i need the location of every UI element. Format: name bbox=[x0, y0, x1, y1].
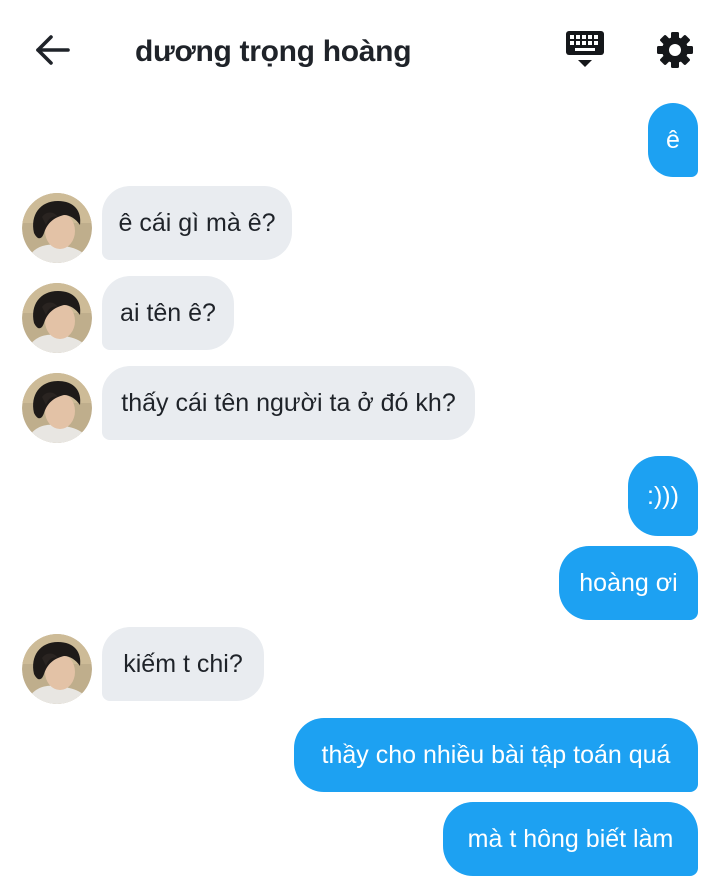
contact-avatar[interactable] bbox=[22, 193, 92, 263]
keyboard-button[interactable] bbox=[562, 27, 608, 73]
contact-avatar[interactable] bbox=[22, 634, 92, 704]
message-bubble-incoming[interactable]: ai tên ê? bbox=[102, 276, 234, 350]
arrow-left-icon bbox=[36, 35, 70, 65]
message-bubble-outgoing[interactable]: thầy cho nhiều bài tập toán quá bbox=[294, 718, 698, 792]
contact-avatar[interactable] bbox=[22, 283, 92, 353]
message-bubble-outgoing[interactable]: ê bbox=[648, 103, 698, 177]
message-bubble-outgoing[interactable]: :))) bbox=[628, 456, 698, 536]
gear-icon bbox=[657, 32, 693, 68]
back-button[interactable] bbox=[30, 30, 74, 70]
message-bubble-incoming[interactable]: ê cái gì mà ê? bbox=[102, 186, 292, 260]
contact-avatar[interactable] bbox=[22, 373, 92, 443]
settings-button[interactable] bbox=[652, 27, 698, 73]
contact-name[interactable]: dương trọng hoàng bbox=[135, 30, 412, 74]
message-bubble-incoming[interactable]: kiếm t chi? bbox=[102, 627, 264, 701]
message-bubble-outgoing[interactable]: hoàng ơi bbox=[559, 546, 698, 620]
message-bubble-incoming[interactable]: thấy cái tên người ta ở đó kh? bbox=[102, 366, 475, 440]
message-bubble-outgoing[interactable]: mà t hông biết làm bbox=[443, 802, 698, 876]
chat-header: dương trọng hoàng bbox=[0, 0, 720, 100]
keyboard-icon bbox=[566, 31, 604, 67]
